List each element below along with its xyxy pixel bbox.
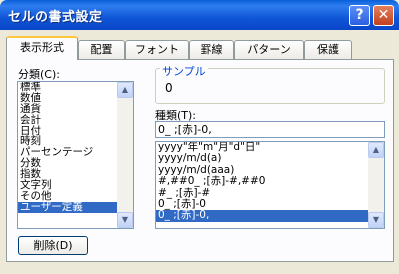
window-title: セルの書式設定	[8, 10, 103, 25]
scroll-up-arrow-icon[interactable]: ▲	[117, 82, 133, 98]
list-item-selected[interactable]: 0_ ;[赤]-0,	[156, 210, 384, 222]
delete-button[interactable]: 削除(D)	[18, 236, 88, 255]
tab-protection[interactable]: 保護	[304, 40, 352, 59]
type-scrollbar[interactable]: ▲ ▼	[368, 142, 384, 228]
type-input[interactable]: 0_ ;[赤]-0,	[155, 121, 385, 138]
tab-patterns[interactable]: パターン	[234, 40, 304, 59]
sample-legend: サンプル	[160, 63, 208, 79]
tab-border[interactable]: 罫線	[189, 40, 234, 59]
close-button[interactable]: ✕	[373, 5, 394, 26]
scroll-down-arrow-icon[interactable]: ▼	[117, 212, 133, 228]
type-list[interactable]: yyyy"年"m"月"d"日" yyyy/m/d(a) yyyy/m/d(aaa…	[155, 141, 385, 229]
tab-number-format[interactable]: 表示形式	[6, 36, 78, 60]
category-scrollbar[interactable]: ▲ ▼	[117, 82, 133, 228]
scroll-down-arrow-icon[interactable]: ▼	[368, 212, 384, 228]
category-list[interactable]: 標準 数値 通貨 会計 日付 時刻 パーセンテージ 分数 指数 文字列 その他 …	[17, 81, 134, 229]
tab-strip: 表示形式 配置 フォント 罫線 パターン 保護	[6, 36, 396, 60]
list-item[interactable]: #,##0_ ;[赤]-#,##0	[156, 175, 384, 187]
scroll-up-arrow-icon[interactable]: ▲	[368, 142, 384, 158]
list-item-selected[interactable]: ユーザー定義	[18, 202, 133, 213]
list-item[interactable]: 会計	[18, 114, 133, 126]
sample-value: 0	[165, 81, 173, 95]
title-bar: セルの書式設定 ? ✕	[0, 0, 399, 30]
help-button[interactable]: ?	[349, 5, 370, 26]
tab-font[interactable]: フォント	[125, 40, 189, 59]
category-label: 分類(C):	[18, 68, 60, 81]
tab-alignment[interactable]: 配置	[78, 40, 125, 59]
